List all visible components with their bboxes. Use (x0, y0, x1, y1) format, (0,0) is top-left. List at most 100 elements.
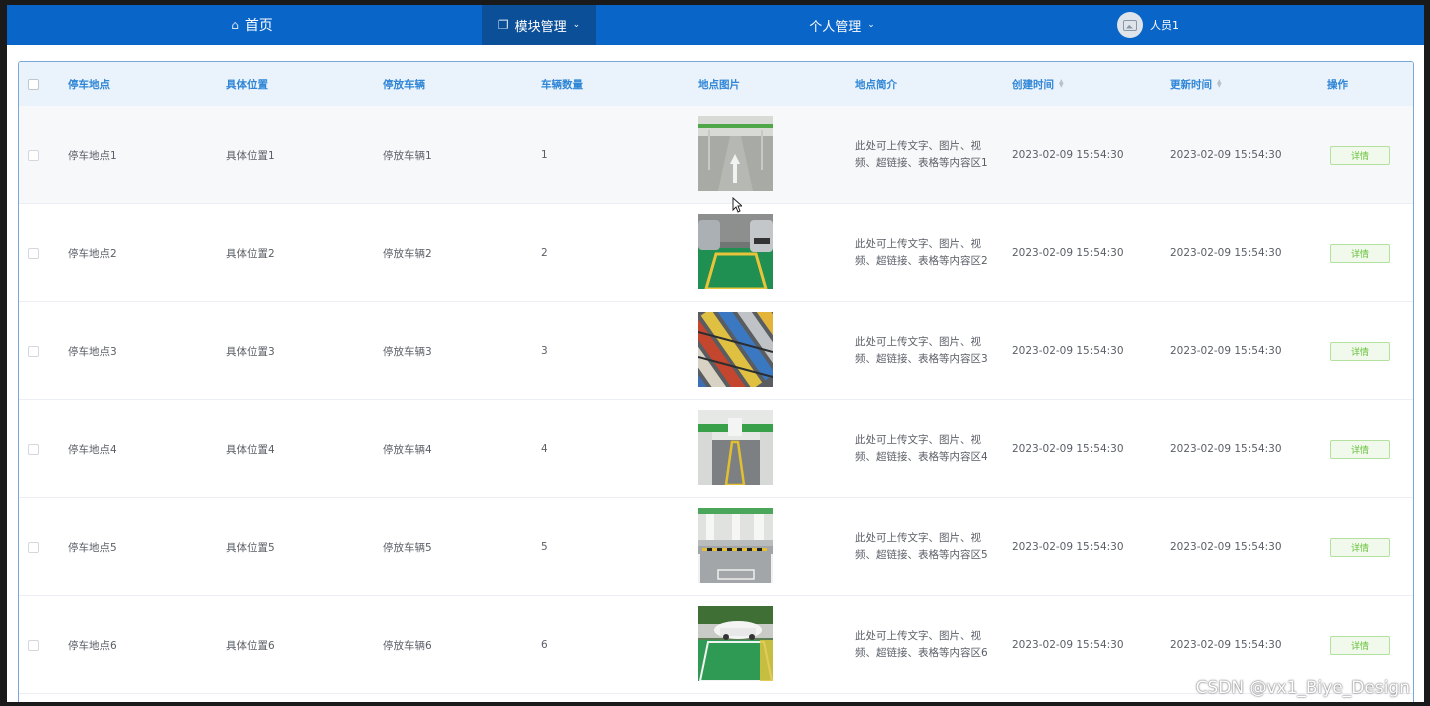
cell-vehicle: 停放车辆5 (383, 541, 432, 554)
avatar (1117, 12, 1143, 38)
place-image[interactable] (698, 508, 773, 583)
cell-created: 2023-02-09 15:54:30 (1012, 149, 1124, 161)
place-image[interactable] (698, 606, 773, 681)
cell-created: 2023-02-09 15:54:30 (1012, 247, 1124, 259)
cell-position: 具体位置5 (226, 541, 275, 554)
mouse-cursor-icon (732, 197, 742, 213)
place-image[interactable] (698, 312, 773, 387)
intro-line: 此处可上传文字、图片、视 (855, 336, 981, 348)
cell-place: 停车地点5 (68, 541, 117, 554)
sort-icon[interactable]: ▲ ▼ (1059, 79, 1064, 89)
cell-count: 2 (541, 247, 548, 259)
intro-line: 频、超链接、表格等内容区6 (855, 647, 988, 659)
nav-personal-label: 个人管理 (809, 19, 862, 35)
column-header: 停放车辆 (383, 78, 425, 91)
column-header: 操作 (1327, 78, 1348, 91)
nav-module-label: 模块管理 (514, 19, 567, 35)
user-menu[interactable]: 人员1 (1117, 5, 1227, 45)
cell-place: 停车地点2 (68, 247, 117, 260)
cell-position: 具体位置6 (226, 639, 275, 652)
detail-button[interactable]: 详情 (1330, 145, 1390, 165)
nav-home[interactable]: ⌂ 首页 (207, 5, 297, 45)
select-all-checkbox[interactable] (28, 78, 39, 90)
data-table: 停车地点 具体位置 停放车辆 车辆数量 地点图片 地点简介 创建时间 ▲ ▼ 更新时… (18, 61, 1414, 702)
column-header: 地点简介 (855, 78, 897, 91)
sort-icon[interactable]: ▲ ▼ (1217, 79, 1222, 89)
intro-line: 频、超链接、表格等内容区2 (855, 255, 988, 267)
row-checkbox[interactable] (28, 443, 39, 455)
top-navbar: ⌂ 首页 ❐ 模块管理 ⌄ 个人管理 ⌄ 人员1 (7, 5, 1424, 45)
cell-intro: 此处可上传文字、图片、视 频、超链接、表格等内容区6 (855, 596, 995, 694)
table-header: 停车地点 具体位置 停放车辆 车辆数量 地点图片 地点简介 创建时间 ▲ ▼ 更新时… (19, 62, 1413, 106)
chevron-down-icon: ⌄ (572, 20, 581, 30)
nav-personal-management[interactable]: 个人管理 ⌄ (797, 5, 887, 45)
cell-updated: 2023-02-09 15:54:30 (1170, 541, 1282, 553)
cell-position: 具体位置4 (226, 443, 275, 456)
cell-count: 6 (541, 639, 548, 651)
table-row: 停车地点3 具体位置3 停放车辆3 3 此处可上传文字、图片、视 频、超链接、表格等内容区… (19, 302, 1413, 400)
copy-icon: ❐ (497, 18, 509, 32)
cell-place: 停车地点1 (68, 149, 117, 162)
intro-line: 频、超链接、表格等内容区3 (855, 353, 988, 365)
row-checkbox-cell[interactable] (28, 204, 39, 302)
table-row: 停车地点2 具体位置2 停放车辆2 2 此处可上传文字、图片、视 频、超链接、表格等内容区… (19, 204, 1413, 302)
place-image[interactable] (698, 214, 773, 289)
cell-vehicle: 停放车辆2 (383, 247, 432, 260)
table-row: 停车地点1 具体位置1 停放车辆1 1 此处可上传文字、图片、视 频、超链接、表格等内容区… (19, 106, 1413, 204)
row-checkbox[interactable] (28, 541, 39, 553)
cell-count: 5 (541, 541, 548, 553)
row-checkbox[interactable] (28, 345, 39, 357)
row-checkbox-cell[interactable] (28, 400, 39, 498)
intro-line: 此处可上传文字、图片、视 (855, 434, 981, 446)
row-checkbox-cell[interactable] (28, 498, 39, 596)
row-checkbox-cell[interactable] (28, 106, 39, 204)
image-icon (1123, 19, 1137, 31)
cell-place: 停车地点3 (68, 345, 117, 358)
place-image[interactable] (698, 116, 773, 191)
cell-vehicle: 停放车辆4 (383, 443, 432, 456)
app-window: ⌂ 首页 ❐ 模块管理 ⌄ 个人管理 ⌄ 人员1 停车地点 具体位置 停放车辆 … (7, 5, 1424, 702)
cell-updated: 2023-02-09 15:54:30 (1170, 247, 1282, 259)
cell-position: 具体位置1 (226, 149, 275, 162)
row-checkbox[interactable] (28, 149, 39, 161)
cell-action: 详情 (1330, 400, 1390, 498)
column-header-sortable[interactable]: 更新时间 ▲ ▼ (1170, 62, 1222, 106)
cell-vehicle: 停放车辆3 (383, 345, 432, 358)
column-header-label: 创建时间 (1012, 78, 1054, 91)
column-header: 停车地点 (68, 78, 110, 91)
cell-updated: 2023-02-09 15:54:30 (1170, 443, 1282, 455)
intro-line: 此处可上传文字、图片、视 (855, 630, 981, 642)
detail-button[interactable]: 详情 (1330, 635, 1390, 655)
cell-intro: 此处可上传文字、图片、视 频、超链接、表格等内容区3 (855, 302, 995, 400)
cell-updated: 2023-02-09 15:54:30 (1170, 345, 1282, 357)
column-header-sortable[interactable]: 创建时间 ▲ ▼ (1012, 62, 1064, 106)
intro-line: 此处可上传文字、图片、视 (855, 238, 981, 250)
cell-intro: 此处可上传文字、图片、视 频、超链接、表格等内容区4 (855, 400, 995, 498)
nav-home-label: 首页 (244, 18, 273, 34)
nav-module-management[interactable]: ❐ 模块管理 ⌄ (482, 5, 596, 45)
cell-created: 2023-02-09 15:54:30 (1012, 541, 1124, 553)
watermark: CSDN @vx1_Biye_Design (1195, 678, 1410, 698)
row-checkbox-cell[interactable] (28, 596, 39, 694)
row-checkbox-cell[interactable] (28, 302, 39, 400)
cell-vehicle: 停放车辆1 (383, 149, 432, 162)
cell-place: 停车地点6 (68, 639, 117, 652)
column-header: 地点图片 (698, 78, 740, 91)
place-image[interactable] (698, 410, 773, 485)
column-header-label: 更新时间 (1170, 78, 1212, 91)
column-header: 车辆数量 (541, 78, 583, 91)
detail-button[interactable]: 详情 (1330, 243, 1390, 263)
select-all-checkbox-cell[interactable] (28, 62, 39, 106)
detail-button[interactable]: 详情 (1330, 537, 1390, 557)
cell-intro: 此处可上传文字、图片、视 频、超链接、表格等内容区2 (855, 204, 995, 302)
detail-button[interactable]: 详情 (1330, 341, 1390, 361)
intro-line: 频、超链接、表格等内容区1 (855, 157, 988, 169)
cell-action: 详情 (1330, 302, 1390, 400)
row-checkbox[interactable] (28, 639, 39, 651)
detail-button[interactable]: 详情 (1330, 439, 1390, 459)
cell-count: 1 (541, 149, 548, 161)
row-checkbox[interactable] (28, 247, 39, 259)
intro-line: 频、超链接、表格等内容区5 (855, 549, 988, 561)
intro-line: 此处可上传文字、图片、视 (855, 532, 981, 544)
table-row: 停车地点5 具体位置5 停放车辆5 5 此处可上传文字、图片、视 频、超链接、表格等内容区… (19, 498, 1413, 596)
